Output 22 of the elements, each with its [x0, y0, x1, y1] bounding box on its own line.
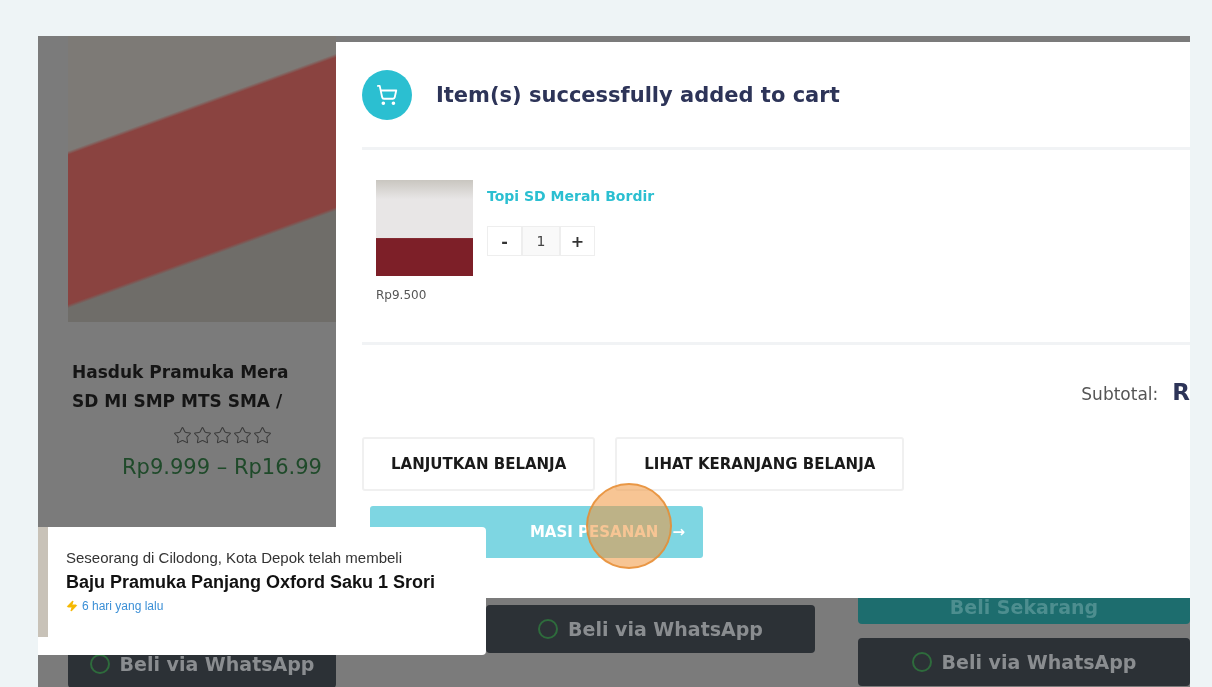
- modal-title: Item(s) successfully added to cart: [436, 82, 840, 107]
- whatsapp-button[interactable]: Beli via WhatsApp: [858, 638, 1190, 686]
- whatsapp-button[interactable]: Beli via WhatsApp: [486, 605, 815, 653]
- increase-button[interactable]: +: [560, 226, 595, 256]
- button-label: Beli via WhatsApp: [119, 653, 315, 675]
- subtotal-label: Subtotal:: [1081, 384, 1159, 404]
- notification-time: 6 hari yang lalu: [82, 599, 164, 613]
- product-title: SD MI SMP MTS SMA /: [72, 390, 284, 413]
- item-price: Rp9.500: [376, 288, 428, 302]
- button-label: Beli via WhatsApp: [941, 651, 1137, 673]
- notification-product: Baju Pramuka Panjang Oxford Saku 1 Srori: [66, 571, 437, 594]
- subtotal-value: R: [1172, 379, 1190, 405]
- cart-icon: [362, 69, 412, 120]
- lightning-icon: [66, 600, 78, 612]
- decrease-button[interactable]: -: [487, 226, 522, 256]
- item-name-link[interactable]: Topi SD Merah Bordir: [487, 188, 655, 204]
- outline-button[interactable]: LIHAT KERANJANG BELANJA: [615, 437, 905, 491]
- product-price: Rp9.999 – Rp16.99: [121, 455, 323, 479]
- button-label: Beli via WhatsApp: [568, 618, 763, 640]
- outline-button[interactable]: LANJUTKAN BELANJA: [362, 437, 596, 491]
- product-title: Hasduk Pramuka Mera: [72, 361, 290, 384]
- quantity-field[interactable]: 1: [522, 226, 560, 256]
